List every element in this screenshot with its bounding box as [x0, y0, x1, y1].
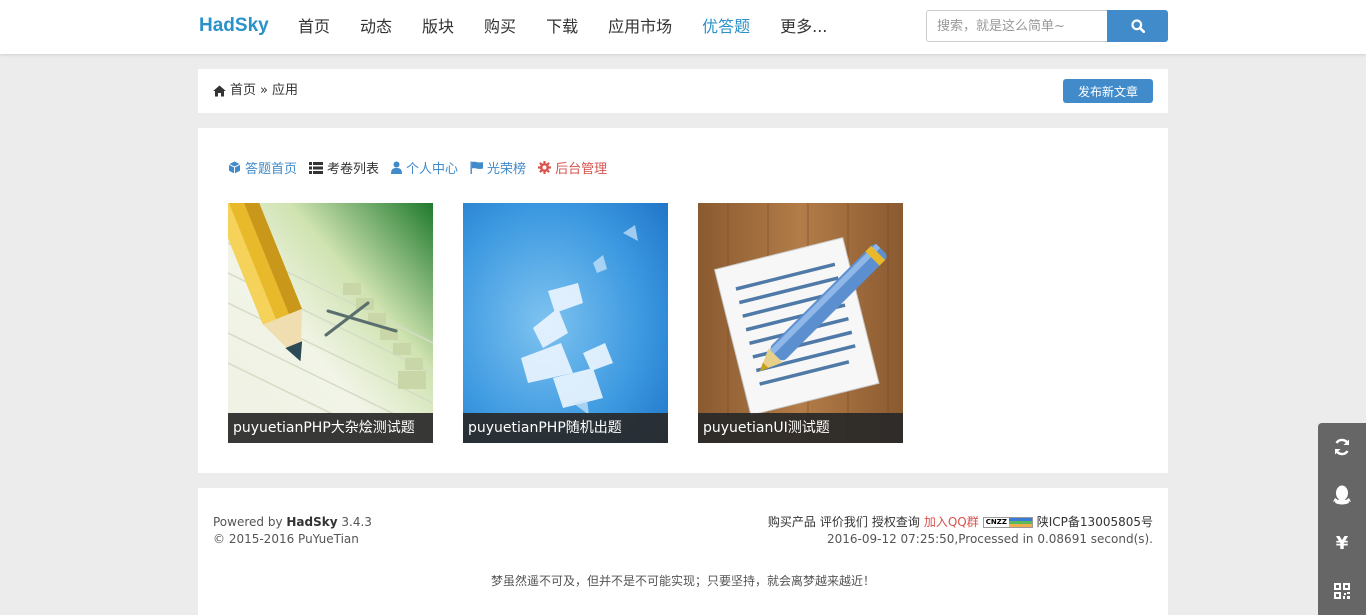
search-input[interactable] — [926, 10, 1107, 42]
subnav-honor-board-label: 光荣榜 — [487, 162, 527, 177]
nav-item-buy[interactable]: 购买 — [469, 0, 531, 54]
footer-links: 购买产品 评价我们 授权查询 加入QQ群 CNZZ 陕ICP备13005805号 — [768, 514, 1153, 531]
main-nav: 首页 动态 版块 购买 下载 应用市场 优答题 更多... — [283, 0, 842, 54]
subnav-personal-center-label: 个人中心 — [406, 162, 459, 177]
footer-slogan: 梦虽然遥不可及，但并不是不可能实现；只要坚持，就会离梦越来越近！ — [490, 574, 875, 588]
qrcode-button[interactable] — [1318, 567, 1366, 615]
quiz-card-title: puyuetianPHP大杂烩测试题 — [228, 413, 433, 443]
nav-item-quiz[interactable]: 优答题 — [687, 0, 765, 54]
subnav-admin[interactable]: 后台管理 — [538, 158, 607, 177]
breadcrumb-current: 应用 — [271, 83, 298, 98]
search-icon — [1130, 19, 1145, 33]
quiz-card[interactable]: puyuetianUI测试题 — [698, 203, 903, 443]
publish-article-button[interactable]: 发布新文章 — [1062, 79, 1153, 103]
quiz-main-panel: 答题首页 考卷列表 个人中心 光荣榜 后台管理 puyuetianPHP大杂烩测… — [198, 128, 1168, 473]
nav-item-download[interactable]: 下载 — [531, 0, 593, 54]
powered-by-prefix: Powered by — [213, 515, 283, 529]
quiz-card-title: puyuetianPHP随机出题 — [463, 413, 668, 443]
list-icon — [309, 161, 324, 174]
search-button[interactable] — [1107, 10, 1168, 42]
cog-icon — [538, 161, 552, 174]
refresh-icon — [1334, 438, 1350, 456]
quiz-subnav: 答题首页 考卷列表 个人中心 光荣榜 后台管理 — [228, 158, 607, 177]
nav-item-home[interactable]: 首页 — [283, 0, 345, 54]
pencil-exam-image — [228, 203, 433, 443]
breadcrumb-separator: » — [260, 83, 268, 98]
subnav-quiz-home[interactable]: 答题首页 — [228, 158, 297, 177]
search-form — [926, 10, 1168, 42]
top-navbar: HadSky 首页 动态 版块 购买 下载 应用市场 优答题 更多... — [0, 0, 1366, 54]
qrcode-icon — [1334, 583, 1350, 599]
cube-icon — [228, 161, 241, 174]
copyright-text: © 2015-2016 PuYueTian — [213, 532, 359, 546]
footer-link-qq-group[interactable]: 加入QQ群 — [924, 514, 979, 531]
breadcrumb: 首页 » 应用 — [213, 69, 298, 113]
donate-button[interactable]: ¥ — [1318, 519, 1366, 567]
home-icon — [213, 85, 226, 97]
yen-icon: ¥ — [1335, 532, 1349, 554]
subnav-personal-center[interactable]: 个人中心 — [391, 158, 458, 177]
powered-by-name: HadSky — [286, 515, 338, 529]
subnav-quiz-home-label: 答题首页 — [245, 162, 298, 177]
subnav-paper-list-label: 考卷列表 — [327, 162, 380, 177]
notepad-pen-image — [698, 203, 903, 443]
footer-link-buy[interactable]: 购买产品 — [768, 514, 816, 531]
breadcrumb-panel: 首页 » 应用 发布新文章 — [198, 69, 1168, 113]
quiz-card[interactable]: puyuetianPHP随机出题 — [463, 203, 668, 443]
flying-papers-image — [463, 203, 668, 443]
nav-item-app-market[interactable]: 应用市场 — [593, 0, 687, 54]
footer-link-review[interactable]: 评价我们 — [820, 514, 868, 531]
cnzz-stats-badge[interactable]: CNZZ — [982, 517, 1033, 528]
version-number: 3.4.3 — [341, 515, 372, 529]
footer: Powered by HadSky 3.4.3 © 2015-2016 PuYu… — [198, 488, 1168, 615]
quiz-card[interactable]: puyuetianPHP大杂烩测试题 — [228, 203, 433, 443]
subnav-paper-list[interactable]: 考卷列表 — [309, 158, 379, 177]
nav-item-forums[interactable]: 版块 — [407, 0, 469, 54]
qq-contact-button[interactable] — [1318, 471, 1366, 519]
footer-credits: Powered by HadSky 3.4.3 © 2015-2016 PuYu… — [213, 514, 372, 548]
nav-item-feed[interactable]: 动态 — [345, 0, 407, 54]
nav-item-more[interactable]: 更多... — [765, 0, 842, 54]
user-icon — [391, 161, 403, 174]
processed-time: 2016-09-12 07:25:50,Processed in 0.08691… — [826, 532, 1153, 546]
subnav-admin-label: 后台管理 — [555, 162, 608, 177]
qq-icon — [1333, 485, 1351, 505]
quiz-card-title: puyuetianUI测试题 — [698, 413, 903, 443]
icp-license-link[interactable]: 陕ICP备13005805号 — [1037, 514, 1153, 531]
brand-logo[interactable]: HadSky — [199, 15, 269, 37]
refresh-button[interactable] — [1318, 423, 1366, 471]
breadcrumb-home-link[interactable]: 首页 — [230, 69, 256, 113]
floating-toolbar: ¥ — [1318, 423, 1366, 615]
powered-by-line: Powered by HadSky 3.4.3 — [213, 514, 372, 531]
flag-icon — [470, 161, 484, 174]
footer-meta: 购买产品 评价我们 授权查询 加入QQ群 CNZZ 陕ICP备13005805号… — [768, 514, 1153, 548]
quiz-card-list: puyuetianPHP大杂烩测试题 puyuetianPHP随机出题 puyu… — [228, 203, 903, 443]
subnav-honor-board[interactable]: 光荣榜 — [470, 158, 526, 177]
footer-link-license-query[interactable]: 授权查询 — [872, 514, 920, 531]
